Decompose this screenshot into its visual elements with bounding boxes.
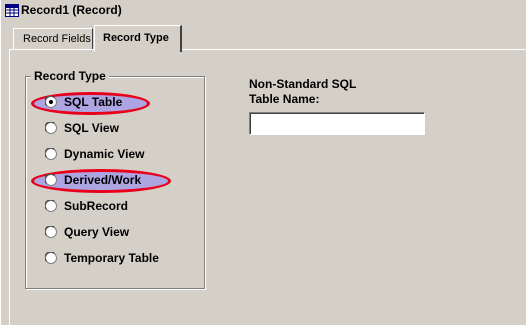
radio-sql-view-label: SQL View — [64, 121, 119, 135]
radio-temporary-table-label: Temporary Table — [64, 251, 159, 265]
radio-query-view-label: Query View — [64, 225, 130, 239]
radio-unselected-icon — [45, 148, 57, 160]
radio-subrecord-label: SubRecord — [64, 199, 129, 213]
radio-unselected-icon — [45, 174, 57, 186]
radio-selected-icon — [45, 96, 57, 108]
radio-unselected-icon — [45, 252, 57, 264]
title-bar: Record1 (Record) — [1, 0, 526, 22]
window-title: Record1 (Record) — [21, 3, 122, 17]
record-definition-icon — [5, 4, 19, 17]
tab-strip: Record Fields Record Type — [1, 22, 526, 52]
radio-unselected-icon — [45, 226, 57, 238]
sql-table-name-label-line2: Table Name: — [249, 92, 320, 106]
radio-dynamic-view-label: Dynamic View — [64, 147, 145, 161]
sql-table-name-input[interactable] — [249, 112, 425, 135]
sql-table-name-label: Non-Standard SQL Table Name: — [249, 77, 356, 107]
radio-unselected-icon — [45, 122, 57, 134]
radio-derived-work-label: Derived/Work — [64, 173, 142, 187]
tab-record-fields[interactable]: Record Fields — [13, 28, 93, 50]
record-window: Record1 (Record) Record Fields Record Ty… — [0, 0, 526, 325]
radio-sql-table-label: SQL Table — [64, 95, 123, 109]
sql-table-name-label-line1: Non-Standard SQL — [249, 77, 357, 91]
tab-record-type[interactable]: Record Type — [94, 25, 182, 52]
record-type-legend: Record Type — [31, 69, 109, 83]
radio-unselected-icon — [45, 200, 57, 212]
